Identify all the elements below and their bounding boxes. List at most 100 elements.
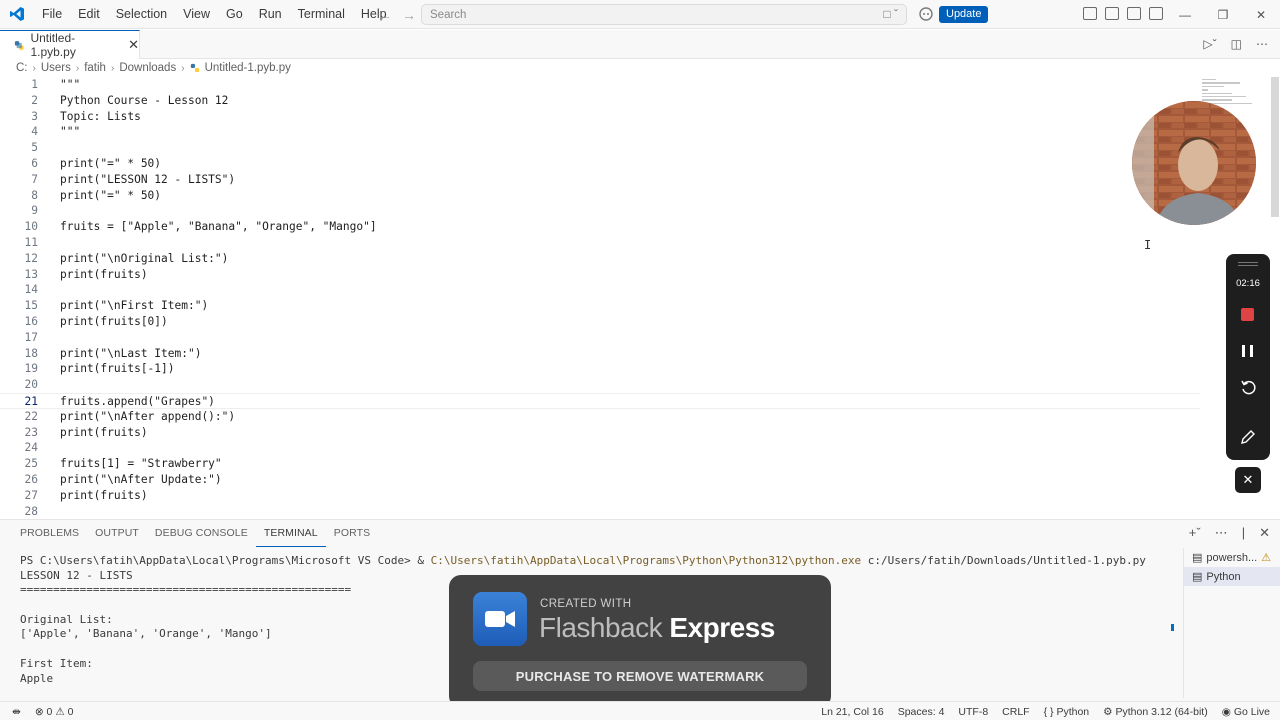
code-line[interactable]: 20 bbox=[0, 377, 1200, 393]
encoding[interactable]: UTF-8 bbox=[958, 706, 988, 718]
go-live-button[interactable]: ◉ Go Live bbox=[1222, 706, 1270, 718]
more-actions-icon[interactable]: ⋯ bbox=[1215, 525, 1228, 541]
new-terminal-icon[interactable]: +ˇ bbox=[1189, 525, 1201, 541]
code-line[interactable]: 12 print("\nOriginal List:") bbox=[0, 251, 1200, 267]
tab-terminal[interactable]: TERMINAL bbox=[255, 520, 326, 547]
layout-controls bbox=[1083, 7, 1165, 20]
menu-file[interactable]: File bbox=[34, 0, 70, 29]
breadcrumb-item[interactable]: fatih bbox=[84, 62, 106, 74]
editor-scrollbar[interactable] bbox=[1271, 77, 1279, 217]
tab-label: Untitled-1.pyb.py bbox=[30, 31, 76, 59]
restart-recording-icon[interactable] bbox=[1239, 378, 1257, 396]
python-interpreter[interactable]: ⚙ Python 3.12 (64-bit) bbox=[1103, 706, 1208, 718]
code-text: """ bbox=[60, 125, 81, 139]
toggle-primary-sidebar-icon[interactable] bbox=[1083, 7, 1097, 20]
code-line[interactable]: 24 bbox=[0, 440, 1200, 456]
customize-layout-icon[interactable] bbox=[1149, 7, 1163, 20]
window-controls: — ❐ ✕ bbox=[1166, 0, 1280, 29]
tab-problems[interactable]: PROBLEMS bbox=[12, 520, 87, 546]
tab-untitled-1[interactable]: Untitled-1.pyb.py ✕ bbox=[0, 30, 140, 59]
code-line[interactable]: 7 print("LESSON 12 - LISTS") bbox=[0, 172, 1200, 188]
menu-terminal[interactable]: Terminal bbox=[290, 0, 353, 29]
code-line[interactable]: 14 bbox=[0, 282, 1200, 298]
terminal-item-powershell[interactable]: ▤ powersh... ⚠ bbox=[1184, 548, 1280, 567]
draw-pen-icon[interactable] bbox=[1239, 428, 1257, 446]
indentation[interactable]: Spaces: 4 bbox=[898, 706, 945, 718]
code-line[interactable]: 10 fruits = ["Apple", "Banana", "Orange",… bbox=[0, 219, 1200, 235]
purchase-button[interactable]: PURCHASE TO REMOVE WATERMARK bbox=[473, 661, 807, 691]
cursor-position[interactable]: Ln 21, Col 16 bbox=[821, 706, 883, 718]
end-of-line[interactable]: CRLF bbox=[1002, 706, 1029, 718]
code-line[interactable]: 13 print(fruits) bbox=[0, 267, 1200, 283]
forward-arrow-icon[interactable]: → bbox=[402, 7, 416, 23]
close-panel-icon[interactable]: ✕ bbox=[1259, 525, 1270, 541]
status-left: ⇼ ⊗ 0 ⚠ 0 bbox=[12, 702, 74, 720]
breadcrumb-item[interactable]: Untitled-1.pyb.py bbox=[205, 62, 291, 74]
line-number: 11 bbox=[24, 236, 38, 249]
restore-icon[interactable]: ❐ bbox=[1204, 0, 1242, 29]
problems-status[interactable]: ⊗ 0 ⚠ 0 bbox=[35, 706, 74, 718]
terminal-item-python[interactable]: ▤ Python bbox=[1184, 567, 1280, 586]
code-line[interactable]: 4 """ bbox=[0, 124, 1200, 140]
run-python-file-icon[interactable]: ▷ˇ bbox=[1203, 37, 1216, 51]
breadcrumb-item[interactable]: Downloads bbox=[119, 62, 176, 74]
maximize-panel-icon[interactable]: | bbox=[1242, 525, 1245, 541]
tab-ports[interactable]: PORTS bbox=[326, 520, 378, 546]
code-line[interactable]: 19 print(fruits[-1]) bbox=[0, 361, 1200, 377]
copilot-icon[interactable] bbox=[918, 6, 934, 22]
search-placeholder: Search bbox=[430, 8, 467, 21]
line-number: 3 bbox=[31, 109, 38, 123]
close-window-icon[interactable]: ✕ bbox=[1242, 0, 1280, 29]
menu-selection[interactable]: Selection bbox=[108, 0, 175, 29]
code-line[interactable]: 27 print(fruits) bbox=[0, 488, 1200, 504]
menu-view[interactable]: View bbox=[175, 0, 218, 29]
pause-recording-icon[interactable] bbox=[1242, 345, 1253, 357]
command-center-search[interactable]: Search □ ˇ bbox=[421, 4, 907, 25]
code-text: print("=" * 50) bbox=[60, 157, 162, 170]
code-line[interactable]: 11 bbox=[0, 235, 1200, 251]
copilot-chat-icon[interactable]: □ ˇ bbox=[883, 7, 898, 21]
drag-handle-icon[interactable] bbox=[1238, 262, 1258, 266]
code-line[interactable]: 16 print(fruits[0]) bbox=[0, 314, 1200, 330]
breadcrumb-item[interactable]: C: bbox=[16, 62, 28, 74]
close-recorder-icon[interactable]: ✕ bbox=[1235, 467, 1261, 493]
code-editor[interactable]: 1 """ 2 Python Course - Lesson 12 3 Topic: Li… bbox=[0, 77, 1272, 517]
line-number: 19 bbox=[24, 362, 38, 376]
toggle-panel-icon[interactable] bbox=[1105, 7, 1119, 20]
minimize-icon[interactable]: — bbox=[1166, 0, 1204, 29]
code-line[interactable]: 21 fruits.append("Grapes") bbox=[0, 393, 1200, 409]
menu-run[interactable]: Run bbox=[251, 0, 290, 29]
breadcrumb-item[interactable]: Users bbox=[41, 62, 71, 74]
code-line[interactable]: 28 bbox=[0, 504, 1200, 517]
tab-debug-console[interactable]: DEBUG CONSOLE bbox=[147, 520, 256, 546]
code-line[interactable]: 15 print("\nFirst Item:") bbox=[0, 298, 1200, 314]
menu-edit[interactable]: Edit bbox=[70, 0, 108, 29]
language-mode[interactable]: { } Python bbox=[1044, 706, 1090, 718]
code-line[interactable]: 17 bbox=[0, 330, 1200, 346]
back-arrow-icon[interactable]: ← bbox=[378, 7, 392, 23]
more-actions-icon[interactable]: ⋯ bbox=[1256, 37, 1268, 51]
code-line[interactable]: 1 """ bbox=[0, 77, 1200, 93]
code-line[interactable]: 26 print("\nAfter Update:") bbox=[0, 472, 1200, 488]
code-text: print(fruits) bbox=[60, 425, 148, 439]
code-line[interactable]: 22 print("\nAfter append():") bbox=[0, 409, 1200, 425]
code-line[interactable]: 23 print(fruits) bbox=[0, 425, 1200, 441]
code-line[interactable]: 9 bbox=[0, 203, 1200, 219]
code-line[interactable]: 3 Topic: Lists bbox=[0, 109, 1200, 125]
stop-recording-icon[interactable] bbox=[1241, 308, 1254, 321]
update-button[interactable]: Update bbox=[939, 6, 989, 23]
tab-close-icon[interactable]: ✕ bbox=[128, 37, 139, 53]
toggle-secondary-sidebar-icon[interactable] bbox=[1127, 7, 1141, 20]
code-line[interactable]: 25 fruits[1] = "Strawberry" bbox=[0, 456, 1200, 472]
code-line[interactable]: 6 print("=" * 50) bbox=[0, 156, 1200, 172]
tab-output[interactable]: OUTPUT bbox=[87, 520, 147, 546]
code-line[interactable]: 5 bbox=[0, 140, 1200, 156]
code-line[interactable]: 8 print("=" * 50) bbox=[0, 188, 1200, 204]
code-text: print(fruits) bbox=[60, 488, 148, 502]
code-line[interactable]: 18 print("\nLast Item:") bbox=[0, 346, 1200, 362]
menu-go[interactable]: Go bbox=[218, 0, 251, 29]
remote-icon[interactable]: ⇼ bbox=[12, 706, 21, 718]
code-line[interactable]: 2 Python Course - Lesson 12 bbox=[0, 93, 1200, 109]
split-editor-icon[interactable]: ◫ bbox=[1231, 37, 1242, 51]
chevron-right-icon: › bbox=[32, 62, 36, 74]
